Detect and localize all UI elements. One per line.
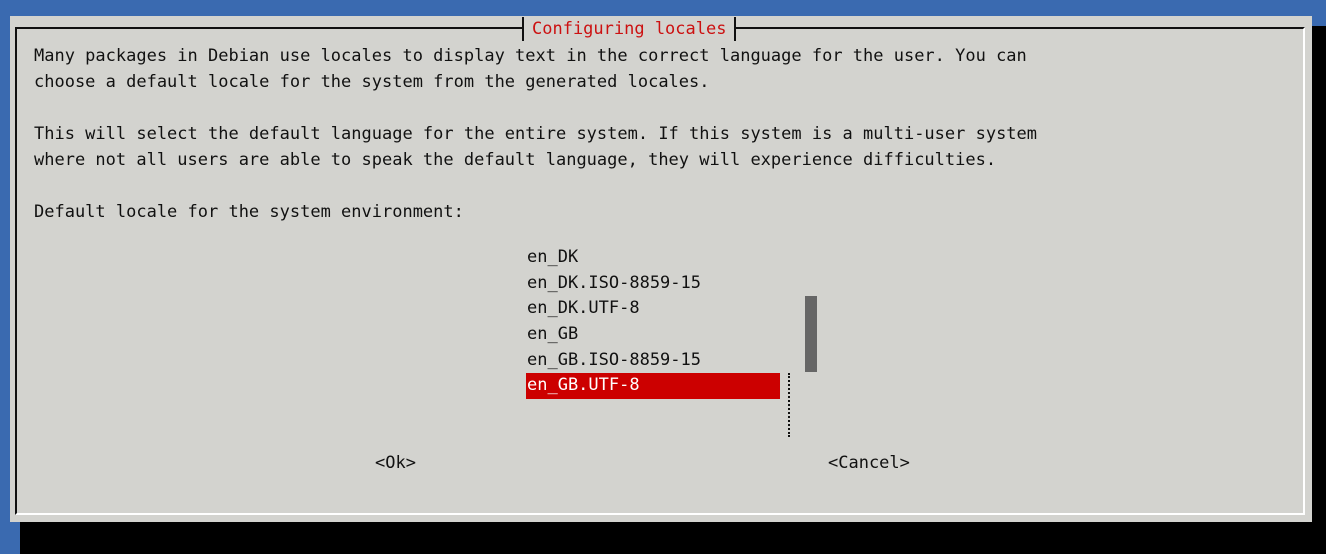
locale-list[interactable]: en_DK en_DK.ISO-8859-15 en_DK.UTF-8 en_G…	[526, 245, 780, 400]
locale-option[interactable]: en_GB	[526, 322, 780, 348]
description-line-3: This will select the default language fo…	[34, 124, 1038, 144]
description-line-4: where not all users are able to speak th…	[34, 150, 997, 170]
locale-option[interactable]: en_DK.UTF-8	[526, 296, 780, 322]
locale-prompt: Default locale for the system environmen…	[34, 202, 464, 222]
scrollbar-track[interactable]	[788, 373, 790, 437]
cancel-button[interactable]: <Cancel>	[828, 451, 910, 475]
scrollbar-thumb[interactable]	[805, 296, 817, 372]
ok-button[interactable]: <Ok>	[375, 451, 416, 475]
description-line-1: Many packages in Debian use locales to d…	[34, 46, 1027, 66]
locale-option[interactable]: en_GB.ISO-8859-15	[526, 348, 780, 374]
locale-option[interactable]: en_DK	[526, 245, 780, 271]
locale-option-selected[interactable]: en_GB.UTF-8	[526, 373, 780, 400]
dialog-title: Configuring locales	[522, 17, 737, 41]
configuring-locales-dialog: Configuring locales Many packages in Deb…	[10, 16, 1312, 522]
description-line-2: choose a default locale for the system f…	[34, 72, 710, 92]
locale-option[interactable]: en_DK.ISO-8859-15	[526, 271, 780, 297]
